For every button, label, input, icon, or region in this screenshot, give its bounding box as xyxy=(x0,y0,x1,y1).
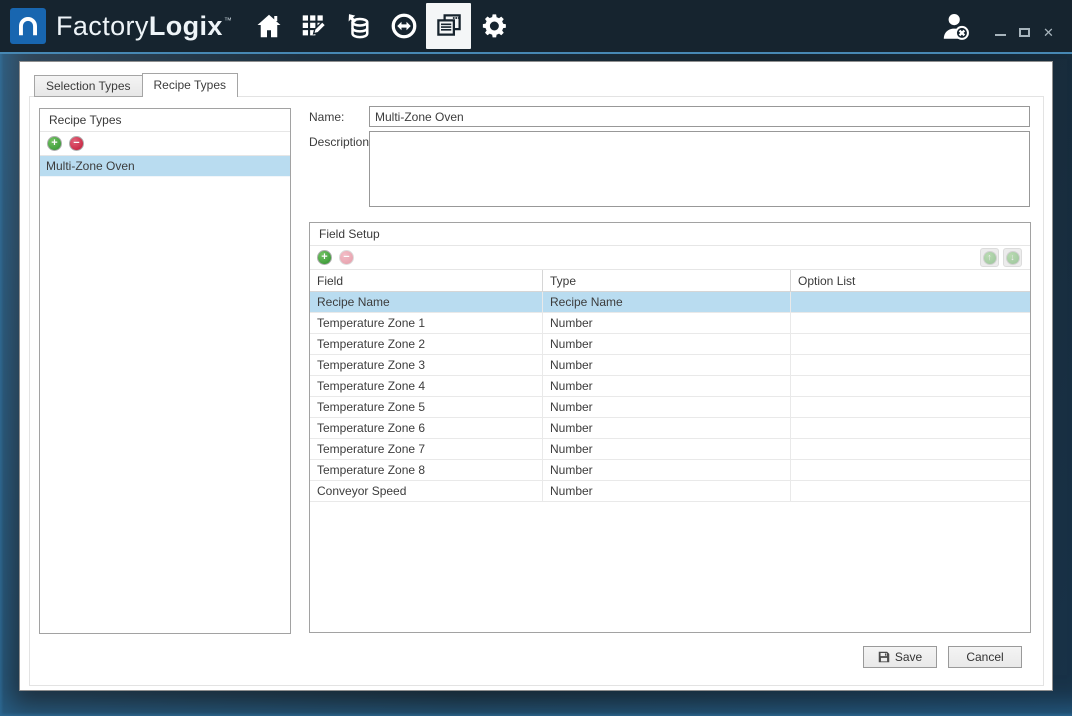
move-field-up-button[interactable]: ↑ xyxy=(980,248,999,267)
move-down-icon: ↓ xyxy=(1006,251,1020,265)
cell-option_list xyxy=(791,397,1030,417)
cell-field: Temperature Zone 8 xyxy=(310,460,543,480)
column-header-field[interactable]: Field xyxy=(310,270,543,291)
main-panel: Selection Types Recipe Types Recipe Type… xyxy=(19,61,1053,691)
cell-option_list xyxy=(791,418,1030,438)
data-transfer-icon[interactable] xyxy=(381,3,426,49)
description-label: Description: xyxy=(309,135,372,149)
remove-recipe-type-icon[interactable]: − xyxy=(69,136,84,151)
document-templates-icon[interactable] xyxy=(426,3,471,49)
cell-option_list xyxy=(791,481,1030,501)
cell-field: Temperature Zone 5 xyxy=(310,397,543,417)
table-row[interactable]: Temperature Zone 2Number xyxy=(310,334,1030,355)
table-row[interactable]: Temperature Zone 4Number xyxy=(310,376,1030,397)
add-recipe-type-icon[interactable]: + xyxy=(47,136,62,151)
materials-database-icon[interactable] xyxy=(336,3,381,49)
recipe-types-toolbar: + − xyxy=(40,132,290,156)
table-row[interactable]: Temperature Zone 8Number xyxy=(310,460,1030,481)
column-header-type[interactable]: Type xyxy=(543,270,791,291)
tab-recipe-types[interactable]: Recipe Types xyxy=(142,73,239,97)
brand-first: Factory xyxy=(56,11,149,42)
maximize-icon[interactable] xyxy=(1017,24,1032,39)
brand-trademark: ™ xyxy=(224,16,232,25)
list-item[interactable]: Multi-Zone Oven xyxy=(40,156,290,177)
table-row[interactable]: Temperature Zone 3Number xyxy=(310,355,1030,376)
move-up-icon: ↑ xyxy=(983,251,997,265)
cell-type: Number xyxy=(543,460,791,480)
production-edit-icon[interactable] xyxy=(291,3,336,49)
cell-option_list xyxy=(791,292,1030,312)
brand-second: Logix xyxy=(149,11,223,42)
column-header-option-list[interactable]: Option List xyxy=(791,270,1030,291)
window-controls: ✕ xyxy=(993,23,1056,40)
cell-type: Number xyxy=(543,355,791,375)
table-row[interactable]: Temperature Zone 6Number xyxy=(310,418,1030,439)
titlebar-right: ✕ xyxy=(939,10,1072,42)
cell-type: Number xyxy=(543,439,791,459)
cell-field: Temperature Zone 6 xyxy=(310,418,543,438)
field-setup-title: Field Setup xyxy=(310,223,1030,246)
cell-field: Temperature Zone 7 xyxy=(310,439,543,459)
save-button[interactable]: Save xyxy=(863,646,937,668)
close-icon[interactable]: ✕ xyxy=(1041,25,1056,40)
cell-option_list xyxy=(791,439,1030,459)
field-table-header: Field Type Option List xyxy=(310,270,1030,292)
add-field-icon[interactable]: + xyxy=(317,250,332,265)
save-floppy-icon xyxy=(878,651,890,663)
cell-type: Number xyxy=(543,334,791,354)
recipe-types-box: Recipe Types + − Multi-Zone Oven xyxy=(39,108,291,634)
tab-strip: Selection Types Recipe Types xyxy=(34,73,237,97)
settings-gear-icon[interactable] xyxy=(471,3,516,49)
cell-field: Temperature Zone 2 xyxy=(310,334,543,354)
cell-type: Recipe Name xyxy=(543,292,791,312)
move-field-down-button[interactable]: ↓ xyxy=(1003,248,1022,267)
home-icon[interactable] xyxy=(246,3,291,49)
cell-field: Temperature Zone 1 xyxy=(310,313,543,333)
brand-title: FactoryLogix™ xyxy=(56,11,232,42)
table-row[interactable]: Recipe NameRecipe Name xyxy=(310,292,1030,313)
application-window: FactoryLogix™ xyxy=(0,0,1072,716)
main-nav xyxy=(246,0,516,52)
name-input[interactable] xyxy=(369,106,1030,127)
cell-type: Number xyxy=(543,313,791,333)
save-button-label: Save xyxy=(895,650,922,664)
factorylogix-logo-icon xyxy=(10,8,46,44)
cell-type: Number xyxy=(543,376,791,396)
cell-type: Number xyxy=(543,481,791,501)
recipe-types-box-title: Recipe Types xyxy=(40,109,290,132)
cancel-button-label: Cancel xyxy=(966,650,1003,664)
table-row[interactable]: Temperature Zone 5Number xyxy=(310,397,1030,418)
cell-option_list xyxy=(791,355,1030,375)
tab-selection-types[interactable]: Selection Types xyxy=(34,75,143,97)
field-table-body: Recipe NameRecipe NameTemperature Zone 1… xyxy=(310,292,1030,502)
description-input[interactable] xyxy=(369,131,1030,207)
name-label: Name: xyxy=(309,110,344,124)
cell-option_list xyxy=(791,334,1030,354)
user-logout-icon[interactable] xyxy=(939,10,971,42)
cell-field: Temperature Zone 3 xyxy=(310,355,543,375)
table-row[interactable]: Conveyor SpeedNumber xyxy=(310,481,1030,502)
cell-field: Temperature Zone 4 xyxy=(310,376,543,396)
cell-type: Number xyxy=(543,418,791,438)
remove-field-icon[interactable]: − xyxy=(339,250,354,265)
cell-type: Number xyxy=(543,397,791,417)
table-row[interactable]: Temperature Zone 1Number xyxy=(310,313,1030,334)
title-bar: FactoryLogix™ xyxy=(0,0,1072,52)
field-setup-box: Field Setup + − ↑ ↓ Field Type Option Li… xyxy=(309,222,1031,633)
cell-option_list xyxy=(791,313,1030,333)
cell-option_list xyxy=(791,376,1030,396)
recipe-type-list: Multi-Zone Oven xyxy=(40,156,290,177)
field-setup-toolbar: + − ↑ ↓ xyxy=(310,246,1030,270)
minimize-icon[interactable] xyxy=(993,24,1008,39)
cancel-button[interactable]: Cancel xyxy=(948,646,1022,668)
cell-option_list xyxy=(791,460,1030,480)
cell-field: Conveyor Speed xyxy=(310,481,543,501)
cell-field: Recipe Name xyxy=(310,292,543,312)
table-row[interactable]: Temperature Zone 7Number xyxy=(310,439,1030,460)
